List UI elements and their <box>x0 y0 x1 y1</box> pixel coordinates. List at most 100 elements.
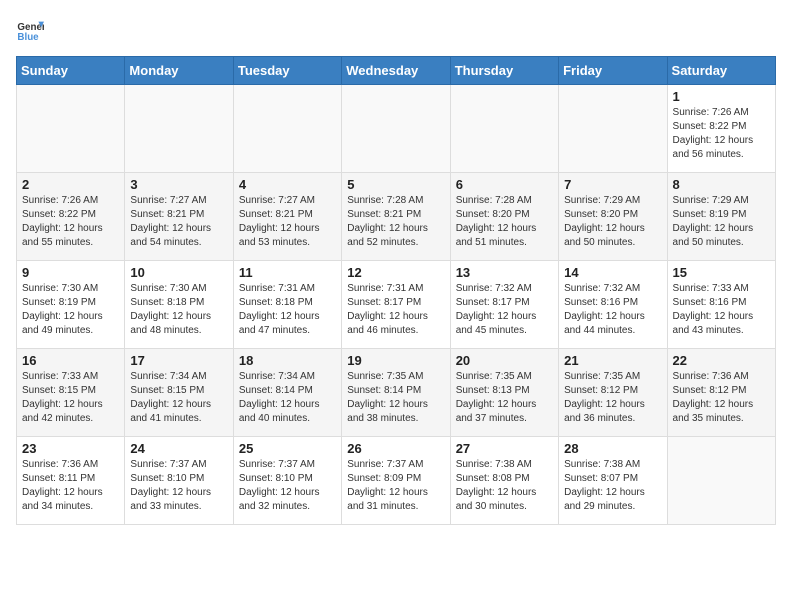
day-number: 27 <box>456 441 553 456</box>
calendar-cell: 20 Sunrise: 7:35 AM Sunset: 8:13 PM Dayli… <box>450 349 558 437</box>
day-number: 8 <box>673 177 770 192</box>
day-number: 25 <box>239 441 336 456</box>
day-number: 6 <box>456 177 553 192</box>
calendar-cell: 21 Sunrise: 7:35 AM Sunset: 8:12 PM Dayli… <box>559 349 667 437</box>
calendar-cell: 9 Sunrise: 7:30 AM Sunset: 8:19 PM Daylig… <box>17 261 125 349</box>
day-info: Sunrise: 7:31 AM Sunset: 8:18 PM Dayligh… <box>239 282 336 338</box>
calendar-cell: 4 Sunrise: 7:27 AM Sunset: 8:21 PM Daylig… <box>233 173 341 261</box>
day-number: 22 <box>673 353 770 368</box>
day-number: 13 <box>456 265 553 280</box>
day-info: Sunrise: 7:33 AM Sunset: 8:16 PM Dayligh… <box>673 282 770 338</box>
day-info: Sunrise: 7:34 AM Sunset: 8:14 PM Dayligh… <box>239 370 336 426</box>
calendar-cell: 22 Sunrise: 7:36 AM Sunset: 8:12 PM Dayli… <box>667 349 775 437</box>
calendar-cell: 14 Sunrise: 7:32 AM Sunset: 8:16 PM Dayli… <box>559 261 667 349</box>
calendar-cell <box>667 437 775 525</box>
calendar-cell: 11 Sunrise: 7:31 AM Sunset: 8:18 PM Dayli… <box>233 261 341 349</box>
calendar-cell <box>125 85 233 173</box>
calendar-cell: 7 Sunrise: 7:29 AM Sunset: 8:20 PM Daylig… <box>559 173 667 261</box>
day-number: 10 <box>130 265 227 280</box>
day-number: 18 <box>239 353 336 368</box>
day-number: 7 <box>564 177 661 192</box>
day-info: Sunrise: 7:28 AM Sunset: 8:21 PM Dayligh… <box>347 194 444 250</box>
day-info: Sunrise: 7:30 AM Sunset: 8:19 PM Dayligh… <box>22 282 119 338</box>
day-info: Sunrise: 7:35 AM Sunset: 8:12 PM Dayligh… <box>564 370 661 426</box>
calendar-cell: 2 Sunrise: 7:26 AM Sunset: 8:22 PM Daylig… <box>17 173 125 261</box>
calendar-cell: 28 Sunrise: 7:38 AM Sunset: 8:07 PM Dayli… <box>559 437 667 525</box>
day-number: 12 <box>347 265 444 280</box>
day-info: Sunrise: 7:29 AM Sunset: 8:19 PM Dayligh… <box>673 194 770 250</box>
day-info: Sunrise: 7:30 AM Sunset: 8:18 PM Dayligh… <box>130 282 227 338</box>
day-info: Sunrise: 7:38 AM Sunset: 8:07 PM Dayligh… <box>564 458 661 514</box>
col-header-tuesday: Tuesday <box>233 57 341 85</box>
week-row-4: 23 Sunrise: 7:36 AM Sunset: 8:11 PM Dayli… <box>17 437 776 525</box>
col-header-wednesday: Wednesday <box>342 57 450 85</box>
day-number: 9 <box>22 265 119 280</box>
calendar-cell: 13 Sunrise: 7:32 AM Sunset: 8:17 PM Dayli… <box>450 261 558 349</box>
col-header-friday: Friday <box>559 57 667 85</box>
calendar-cell <box>342 85 450 173</box>
calendar-cell: 1Sunrise: 7:26 AM Sunset: 8:22 PM Daylig… <box>667 85 775 173</box>
day-number: 16 <box>22 353 119 368</box>
day-info: Sunrise: 7:36 AM Sunset: 8:12 PM Dayligh… <box>673 370 770 426</box>
day-info: Sunrise: 7:28 AM Sunset: 8:20 PM Dayligh… <box>456 194 553 250</box>
calendar-cell: 18 Sunrise: 7:34 AM Sunset: 8:14 PM Dayli… <box>233 349 341 437</box>
day-info: Sunrise: 7:36 AM Sunset: 8:11 PM Dayligh… <box>22 458 119 514</box>
day-number: 4 <box>239 177 336 192</box>
calendar-cell: 26Sunrise: 7:37 AM Sunset: 8:09 PM Dayli… <box>342 437 450 525</box>
day-number: 23 <box>22 441 119 456</box>
calendar-cell: 24Sunrise: 7:37 AM Sunset: 8:10 PM Dayli… <box>125 437 233 525</box>
day-number: 17 <box>130 353 227 368</box>
week-row-1: 2 Sunrise: 7:26 AM Sunset: 8:22 PM Daylig… <box>17 173 776 261</box>
day-number: 15 <box>673 265 770 280</box>
calendar-cell <box>450 85 558 173</box>
calendar-cell: 16 Sunrise: 7:33 AM Sunset: 8:15 PM Dayli… <box>17 349 125 437</box>
day-info: Sunrise: 7:26 AM Sunset: 8:22 PM Dayligh… <box>673 106 770 162</box>
day-info: Sunrise: 7:35 AM Sunset: 8:13 PM Dayligh… <box>456 370 553 426</box>
day-info: Sunrise: 7:37 AM Sunset: 8:10 PM Dayligh… <box>239 458 336 514</box>
col-header-saturday: Saturday <box>667 57 775 85</box>
day-number: 28 <box>564 441 661 456</box>
calendar-cell: 12 Sunrise: 7:31 AM Sunset: 8:17 PM Dayli… <box>342 261 450 349</box>
calendar-table: SundayMondayTuesdayWednesdayThursdayFrid… <box>16 56 776 525</box>
col-header-thursday: Thursday <box>450 57 558 85</box>
calendar-cell: 23 Sunrise: 7:36 AM Sunset: 8:11 PM Dayli… <box>17 437 125 525</box>
day-number: 24 <box>130 441 227 456</box>
day-info: Sunrise: 7:27 AM Sunset: 8:21 PM Dayligh… <box>130 194 227 250</box>
day-number: 14 <box>564 265 661 280</box>
calendar-cell: 15 Sunrise: 7:33 AM Sunset: 8:16 PM Dayli… <box>667 261 775 349</box>
calendar-cell <box>559 85 667 173</box>
week-row-3: 16 Sunrise: 7:33 AM Sunset: 8:15 PM Dayli… <box>17 349 776 437</box>
calendar-cell: 6 Sunrise: 7:28 AM Sunset: 8:20 PM Daylig… <box>450 173 558 261</box>
calendar-cell: 17 Sunrise: 7:34 AM Sunset: 8:15 PM Dayli… <box>125 349 233 437</box>
day-info: Sunrise: 7:26 AM Sunset: 8:22 PM Dayligh… <box>22 194 119 250</box>
day-number: 20 <box>456 353 553 368</box>
col-header-monday: Monday <box>125 57 233 85</box>
day-number: 26 <box>347 441 444 456</box>
day-number: 11 <box>239 265 336 280</box>
calendar-cell: 3Sunrise: 7:27 AM Sunset: 8:21 PM Daylig… <box>125 173 233 261</box>
day-number: 19 <box>347 353 444 368</box>
calendar-cell: 19Sunrise: 7:35 AM Sunset: 8:14 PM Dayli… <box>342 349 450 437</box>
calendar-cell: 5 Sunrise: 7:28 AM Sunset: 8:21 PM Daylig… <box>342 173 450 261</box>
day-info: Sunrise: 7:29 AM Sunset: 8:20 PM Dayligh… <box>564 194 661 250</box>
calendar-cell: 25 Sunrise: 7:37 AM Sunset: 8:10 PM Dayli… <box>233 437 341 525</box>
day-number: 5 <box>347 177 444 192</box>
calendar-header-row: SundayMondayTuesdayWednesdayThursdayFrid… <box>17 57 776 85</box>
logo: General Blue <box>16 16 48 44</box>
calendar-cell: 10 Sunrise: 7:30 AM Sunset: 8:18 PM Dayli… <box>125 261 233 349</box>
day-number: 21 <box>564 353 661 368</box>
day-info: Sunrise: 7:38 AM Sunset: 8:08 PM Dayligh… <box>456 458 553 514</box>
col-header-sunday: Sunday <box>17 57 125 85</box>
logo-icon: General Blue <box>16 16 44 44</box>
day-info: Sunrise: 7:32 AM Sunset: 8:16 PM Dayligh… <box>564 282 661 338</box>
day-info: Sunrise: 7:34 AM Sunset: 8:15 PM Dayligh… <box>130 370 227 426</box>
day-info: Sunrise: 7:32 AM Sunset: 8:17 PM Dayligh… <box>456 282 553 338</box>
day-info: Sunrise: 7:27 AM Sunset: 8:21 PM Dayligh… <box>239 194 336 250</box>
week-row-2: 9 Sunrise: 7:30 AM Sunset: 8:19 PM Daylig… <box>17 261 776 349</box>
day-number: 2 <box>22 177 119 192</box>
day-info: Sunrise: 7:31 AM Sunset: 8:17 PM Dayligh… <box>347 282 444 338</box>
svg-text:Blue: Blue <box>17 32 39 43</box>
day-info: Sunrise: 7:33 AM Sunset: 8:15 PM Dayligh… <box>22 370 119 426</box>
calendar-cell: 8 Sunrise: 7:29 AM Sunset: 8:19 PM Daylig… <box>667 173 775 261</box>
calendar-cell <box>233 85 341 173</box>
